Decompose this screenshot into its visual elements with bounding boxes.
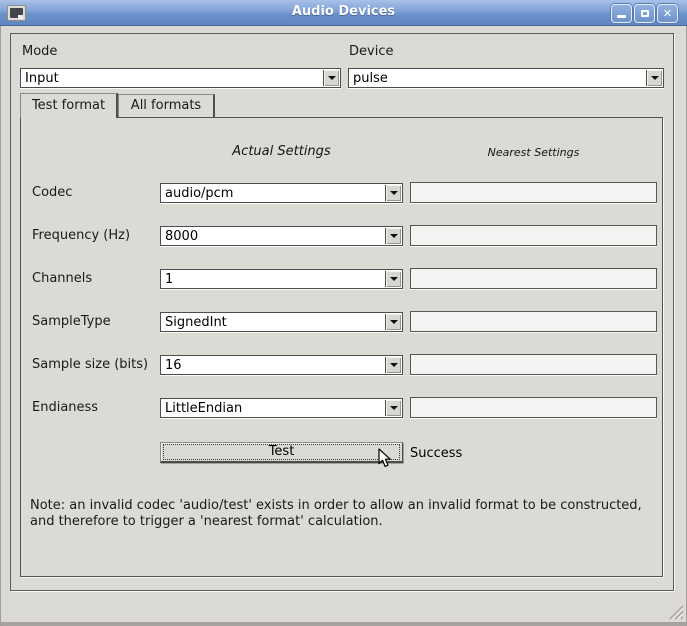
samplesize-select[interactable]: 16 [160,355,403,375]
status-text: Success [410,446,462,461]
codec-nearest-field[interactable] [410,182,657,203]
note-text: Note: an invalid codec 'audio/test' exis… [30,498,668,530]
sampletype-label: SampleType [32,314,111,330]
mode-label: Mode [22,44,57,60]
tab-test-format[interactable]: Test format [20,93,118,118]
chevron-down-icon[interactable] [385,314,401,330]
mode-select-value: Input [25,70,59,87]
sampletype-select[interactable]: SignedInt [160,312,403,332]
samplesize-label: Sample size (bits) [32,357,148,373]
samplesize-select-value: 16 [165,357,182,374]
codec-select[interactable]: audio/pcm [160,183,403,203]
tab-all-formats[interactable]: All formats [118,94,215,117]
frequency-select[interactable]: 8000 [160,226,403,246]
sampletype-nearest-field[interactable] [410,311,657,332]
chevron-down-icon[interactable] [385,400,401,416]
endianess-select-value: LittleEndian [165,400,242,417]
test-button[interactable]: Test [160,442,403,463]
titlebar[interactable]: Audio Devices ✕ [0,0,687,26]
frequency-label: Frequency (Hz) [32,228,130,244]
channels-select[interactable]: 1 [160,269,403,289]
sampletype-select-value: SignedInt [165,314,227,331]
endianess-nearest-field[interactable] [410,397,657,418]
channels-nearest-field[interactable] [410,268,657,289]
window-title: Audio Devices [0,4,687,19]
chevron-down-icon[interactable] [385,185,401,201]
resize-grip-icon[interactable] [669,605,683,619]
close-button[interactable]: ✕ [657,4,678,23]
device-select-value: pulse [353,70,388,87]
samplesize-nearest-field[interactable] [410,354,657,375]
codec-label: Codec [32,185,72,201]
chevron-down-icon[interactable] [385,228,401,244]
device-select[interactable]: pulse [348,68,664,88]
audio-devices-window: Audio Devices ✕ Mode Device Input pulse … [0,0,687,626]
chevron-down-icon[interactable] [385,271,401,287]
codec-select-value: audio/pcm [165,185,233,202]
frequency-select-value: 8000 [165,228,198,245]
close-icon: ✕ [663,8,672,19]
chevron-down-icon[interactable] [323,70,339,86]
endianess-label: Endianess [32,400,98,416]
frequency-nearest-field[interactable] [410,225,657,246]
mode-select[interactable]: Input [20,68,341,88]
endianess-select[interactable]: LittleEndian [160,398,403,418]
maximize-button[interactable] [634,4,655,23]
actual-settings-heading: Actual Settings [160,144,403,159]
cursor-arrow-icon [378,448,392,469]
channels-label: Channels [32,271,92,287]
maximize-icon [641,10,649,17]
channels-select-value: 1 [165,271,173,288]
device-label: Device [349,44,393,60]
minimize-icon [617,15,626,18]
minimize-button[interactable] [611,4,632,23]
focus-ring [163,444,400,460]
nearest-settings-heading: Nearest Settings [410,146,657,159]
chevron-down-icon[interactable] [646,70,662,86]
chevron-down-icon[interactable] [385,357,401,373]
